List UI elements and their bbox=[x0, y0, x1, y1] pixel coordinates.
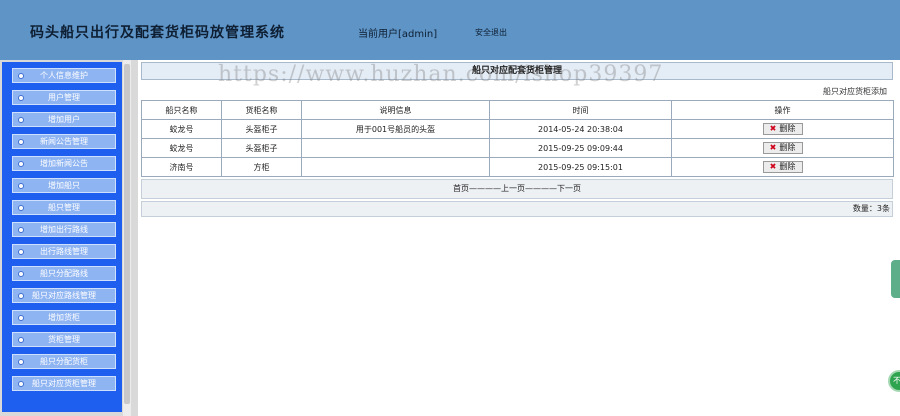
sidebar-item-assign-route[interactable]: 船只分配路线 bbox=[12, 266, 116, 281]
cell-note bbox=[301, 138, 490, 158]
table-row: 蛟龙号 头盔柜子 2015-09-25 09:09:44 ✖ 删除 bbox=[141, 138, 894, 158]
sidebar-item-label: 增加新闻公告 bbox=[40, 159, 88, 168]
float-chat-button[interactable]: 不 bbox=[888, 370, 900, 392]
side-float-tab[interactable] bbox=[891, 260, 900, 298]
column-header-note: 说明信息 bbox=[301, 100, 490, 120]
sidebar-item-routes[interactable]: 出行路线管理 bbox=[12, 244, 116, 259]
delete-button[interactable]: ✖ 删除 bbox=[762, 123, 803, 135]
delete-button[interactable]: ✖ 删除 bbox=[762, 161, 803, 173]
cell-action: ✖ 删除 bbox=[671, 119, 894, 139]
sidebar-item-label: 增加出行路线 bbox=[40, 225, 88, 234]
first-page-link[interactable]: 首页 bbox=[453, 184, 469, 193]
logout-link[interactable]: 安全退出 bbox=[475, 27, 507, 38]
column-header-container: 货柜名称 bbox=[221, 100, 302, 120]
cell-time: 2015-09-25 09:15:01 bbox=[489, 157, 672, 177]
panel-title: 船只对应配套货柜管理 bbox=[141, 62, 893, 80]
sidebar-item-news[interactable]: 新闻公告管理 bbox=[12, 134, 116, 149]
sidebar-item-add-container[interactable]: 增加货柜 bbox=[12, 310, 116, 325]
cell-ship: 蛟龙号 bbox=[141, 138, 222, 158]
delete-label: 删除 bbox=[779, 124, 796, 133]
record-count: 数量：3条 bbox=[141, 201, 893, 217]
sidebar-item-label: 船只管理 bbox=[48, 203, 80, 212]
main-panel: 船只对应配套货柜管理 船只对应货柜添加 船只名称 货柜名称 说明信息 时间 操作… bbox=[141, 62, 894, 218]
sidebar-item-label: 增加用户 bbox=[48, 115, 80, 124]
table-row: 蛟龙号 头盔柜子 用于001号船员的头盔 2014-05-24 20:38:04… bbox=[141, 119, 894, 139]
sidebar-item-add-route[interactable]: 增加出行路线 bbox=[12, 222, 116, 237]
cell-note: 用于001号船员的头盔 bbox=[301, 119, 490, 139]
sidebar-item-label: 船只对应路线管理 bbox=[32, 291, 96, 300]
sidebar-item-ships[interactable]: 船只管理 bbox=[12, 200, 116, 215]
delete-x-icon: ✖ bbox=[769, 124, 777, 133]
sidebar-item-ship-routes[interactable]: 船只对应路线管理 bbox=[12, 288, 116, 303]
cell-container: 方柜 bbox=[221, 157, 302, 177]
sidebar-item-label: 增加船只 bbox=[48, 181, 80, 190]
column-header-time: 时间 bbox=[489, 100, 672, 120]
column-header-action: 操作 bbox=[671, 100, 894, 120]
ship-container-table: 船只名称 货柜名称 说明信息 时间 操作 蛟龙号 头盔柜子 用于001号船员的头… bbox=[141, 100, 894, 177]
delete-label: 删除 bbox=[779, 143, 796, 152]
sidebar-item-label: 船只分配路线 bbox=[40, 269, 88, 278]
pager-separator: ———— bbox=[525, 184, 557, 193]
pagination: 首页————上一页————下一页 bbox=[141, 179, 893, 199]
sidebar-item-add-news[interactable]: 增加新闻公告 bbox=[12, 156, 116, 171]
sidebar-item-label: 增加货柜 bbox=[48, 313, 80, 322]
sidebar-item-ship-containers[interactable]: 船只对应货柜管理 bbox=[12, 376, 116, 391]
cell-action: ✖ 删除 bbox=[671, 157, 894, 177]
sidebar-item-label: 货柜管理 bbox=[48, 335, 80, 344]
delete-label: 删除 bbox=[779, 162, 796, 171]
column-header-ship: 船只名称 bbox=[141, 100, 222, 120]
sidebar-scroll-thumb[interactable] bbox=[124, 64, 130, 404]
cell-time: 2015-09-25 09:09:44 bbox=[489, 138, 672, 158]
add-ship-container-link[interactable]: 船只对应货柜添加 bbox=[823, 86, 887, 97]
delete-x-icon: ✖ bbox=[769, 162, 777, 171]
sidebar-item-assign-container[interactable]: 船只分配货柜 bbox=[12, 354, 116, 369]
table-row: 济南号 方柜 2015-09-25 09:15:01 ✖ 删除 bbox=[141, 157, 894, 177]
sidebar-item-profile[interactable]: 个人信息维护 bbox=[12, 68, 116, 83]
cell-container: 头盔柜子 bbox=[221, 119, 302, 139]
sidebar-item-label: 个人信息维护 bbox=[40, 71, 88, 80]
sidebar-item-containers[interactable]: 货柜管理 bbox=[12, 332, 116, 347]
sidebar-item-add-ship[interactable]: 增加船只 bbox=[12, 178, 116, 193]
sidebar-item-add-user[interactable]: 增加用户 bbox=[12, 112, 116, 127]
cell-ship: 蛟龙号 bbox=[141, 119, 222, 139]
sidebar-item-label: 用户管理 bbox=[48, 93, 80, 102]
sidebar-container: 个人信息维护 用户管理 增加用户 新闻公告管理 增加新闻公告 增加船只 船只管理 bbox=[0, 60, 138, 416]
cell-action: ✖ 删除 bbox=[671, 138, 894, 158]
prev-page-link[interactable]: 上一页 bbox=[501, 184, 525, 193]
cell-note bbox=[301, 157, 490, 177]
sidebar-item-label: 船只对应货柜管理 bbox=[32, 379, 96, 388]
system-title: 码头船只出行及配套货柜码放管理系统 bbox=[30, 25, 285, 41]
cell-container: 头盔柜子 bbox=[221, 138, 302, 158]
cell-ship: 济南号 bbox=[141, 157, 222, 177]
delete-button[interactable]: ✖ 删除 bbox=[762, 142, 803, 154]
sidebar-item-label: 出行路线管理 bbox=[40, 247, 88, 256]
cell-time: 2014-05-24 20:38:04 bbox=[489, 119, 672, 139]
next-page-link[interactable]: 下一页 bbox=[557, 184, 581, 193]
sidebar-item-users[interactable]: 用户管理 bbox=[12, 90, 116, 105]
top-header: 码头船只出行及配套货柜码放管理系统 当前用户[admin] 安全退出 bbox=[0, 0, 900, 60]
pager-separator: ———— bbox=[469, 184, 501, 193]
current-user: 当前用户[admin] bbox=[358, 29, 438, 40]
sidebar-item-label: 新闻公告管理 bbox=[40, 137, 88, 146]
delete-x-icon: ✖ bbox=[769, 143, 777, 152]
sidebar-item-label: 船只分配货柜 bbox=[40, 357, 88, 366]
table-header-row: 船只名称 货柜名称 说明信息 时间 操作 bbox=[141, 100, 894, 120]
sidebar-menu: 个人信息维护 用户管理 增加用户 新闻公告管理 增加新闻公告 增加船只 船只管理 bbox=[2, 62, 122, 412]
